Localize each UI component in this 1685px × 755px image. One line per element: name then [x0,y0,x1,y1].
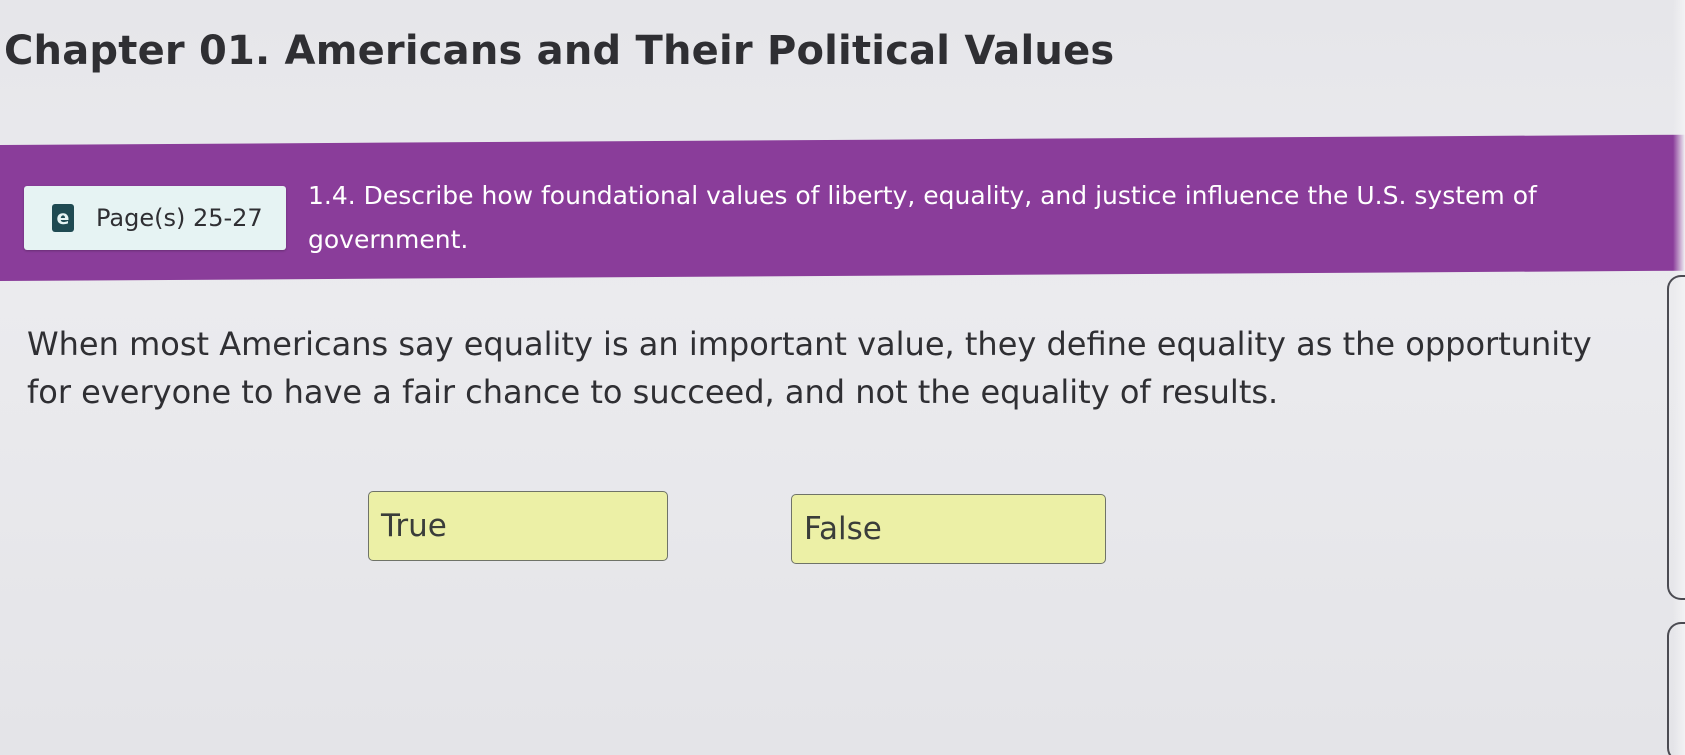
page-reference-label: Page(s) 25-27 [96,204,263,232]
answer-true-button[interactable]: True [368,491,668,561]
question-prompt: When most Americans say equality is an i… [27,325,1592,411]
answer-true-label: True [381,508,447,544]
side-panel-handle-lower[interactable] [1667,622,1685,755]
learning-objective-text: 1.4. Describe how foundational values of… [308,181,1537,254]
answer-false-label: False [804,511,882,547]
ebook-icon-glyph: e [56,206,70,229]
question-page: Chapter 01. Americans and Their Politica… [0,0,1685,755]
page-reference-button[interactable]: e Page(s) 25-27 [24,186,286,250]
answer-false-button[interactable]: False [791,494,1106,564]
side-panel-handle[interactable] [1667,275,1685,600]
chapter-title: Chapter 01. Americans and Their Politica… [4,28,1115,74]
ebook-icon: e [52,204,74,232]
